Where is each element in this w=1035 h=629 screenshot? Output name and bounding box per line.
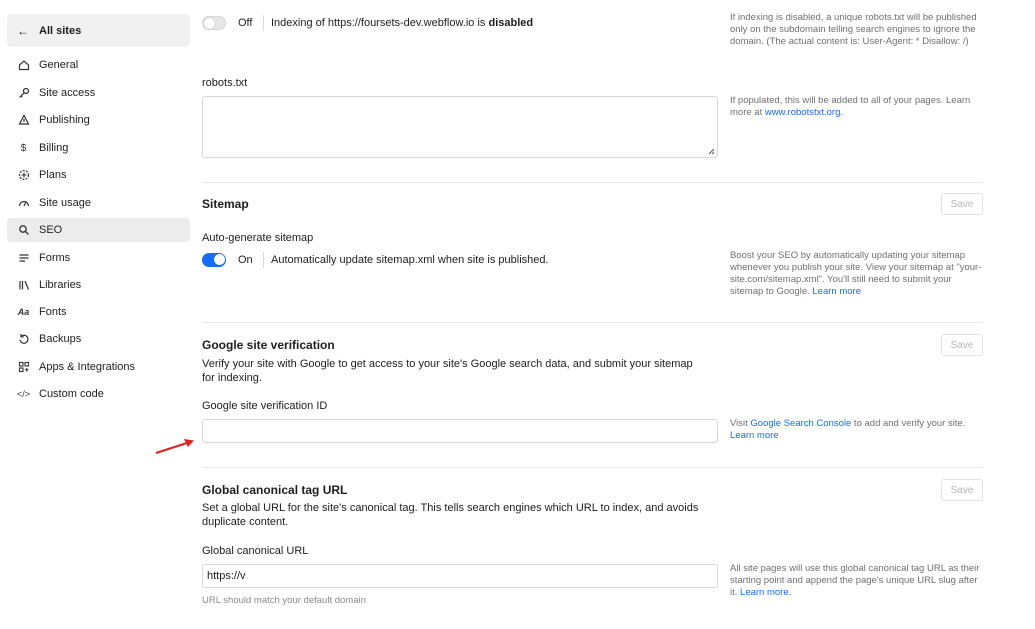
sidebar-item-apps-integrations[interactable]: Apps & Integrations xyxy=(7,355,190,379)
sidebar-item-publishing[interactable]: Publishing xyxy=(7,108,190,132)
sitemap-learn-more-link[interactable]: Learn more xyxy=(812,286,861,297)
robots-textarea[interactable] xyxy=(202,96,718,158)
sidebar-item-label: Custom code xyxy=(39,388,104,400)
sidebar-item-label: Site usage xyxy=(39,197,91,209)
publish-icon xyxy=(17,114,30,127)
sidebar-item-fonts[interactable]: Aa Fonts xyxy=(7,300,190,324)
sidebar-item-label: Libraries xyxy=(39,279,82,291)
sidebar: ← All sites General Site access Publishi… xyxy=(0,0,198,629)
sidebar-item-general[interactable]: General xyxy=(7,53,190,77)
section-divider xyxy=(202,467,983,468)
sidebar-item-label: Backups xyxy=(39,333,82,345)
sidebar-item-label: Billing xyxy=(39,142,69,154)
sitemap-toggle[interactable] xyxy=(202,253,226,267)
robotstxt-link[interactable]: www.robotstxt.org xyxy=(765,107,841,118)
sitemap-toggle-text: Automatically update sitemap.xml when si… xyxy=(271,254,549,266)
resize-handle-icon[interactable] xyxy=(708,148,715,155)
verification-description: Verify your site with Google to get acce… xyxy=(202,358,693,384)
canonical-hint: URL should match your default domain xyxy=(202,595,366,606)
home-icon xyxy=(17,59,30,72)
sidebar-item-billing[interactable]: $ Billing xyxy=(7,136,190,160)
sidebar-item-label: Apps & Integrations xyxy=(39,361,136,373)
key-icon xyxy=(17,87,30,100)
sidebar-item-custom-code[interactable]: </> Custom code xyxy=(7,382,190,406)
divider xyxy=(263,252,264,268)
indexing-toggle-state: Off xyxy=(238,17,253,29)
all-sites-label: All sites xyxy=(39,24,82,37)
section-divider xyxy=(202,182,983,183)
dollar-icon: $ xyxy=(20,142,27,154)
backup-icon xyxy=(17,333,30,346)
libraries-icon xyxy=(17,279,30,292)
search-console-link[interactable]: Google Search Console xyxy=(750,418,851,429)
toggle-knob xyxy=(214,254,225,265)
sitemap-help: Boost your SEO by automatically updating… xyxy=(730,250,982,297)
verification-title: Google site verification xyxy=(202,338,335,352)
canonical-url-input[interactable]: https://v xyxy=(202,564,718,588)
verification-help: Visit Google Search Console to add and v… xyxy=(730,418,966,441)
seo-settings-panel: Off Indexing of https://foursets-dev.web… xyxy=(202,0,983,629)
canonical-url-value: https://v xyxy=(207,570,246,582)
verification-learn-more-link[interactable]: Learn more xyxy=(730,430,779,441)
verification-id-input[interactable] xyxy=(202,419,718,443)
sidebar-item-libraries[interactable]: Libraries xyxy=(7,273,190,297)
divider xyxy=(263,15,264,31)
sidebar-item-label: Publishing xyxy=(39,114,90,126)
sidebar-item-label: Forms xyxy=(39,252,71,264)
canonical-save-button[interactable]: Save xyxy=(941,479,983,501)
sidebar-item-forms[interactable]: Forms xyxy=(7,246,190,270)
auto-sitemap-label: Auto-generate sitemap xyxy=(202,232,314,244)
verification-save-button[interactable]: Save xyxy=(941,334,983,356)
sitemap-save-button[interactable]: Save xyxy=(941,193,983,215)
sidebar-item-site-access[interactable]: Site access xyxy=(7,81,190,105)
section-divider xyxy=(202,322,983,323)
canonical-title: Global canonical tag URL xyxy=(202,483,348,497)
indexing-status-text: Indexing of https://foursets-dev.webflow… xyxy=(271,17,534,29)
search-icon xyxy=(17,224,30,237)
sidebar-item-label: SEO xyxy=(39,224,63,236)
annotation-arrow-icon xyxy=(155,439,194,454)
sidebar-item-label: Site access xyxy=(39,87,96,99)
indexing-toggle[interactable] xyxy=(202,16,226,30)
apps-icon xyxy=(17,361,30,374)
toggle-knob xyxy=(204,18,215,29)
sitemap-title: Sitemap xyxy=(202,197,249,211)
robots-help: If populated, this will be added to all … xyxy=(730,95,971,118)
robots-label: robots.txt xyxy=(202,77,248,89)
indexing-help: If indexing is disabled, a unique robots… xyxy=(730,12,977,47)
sidebar-item-label: General xyxy=(39,59,79,71)
sitemap-toggle-state: On xyxy=(238,254,253,266)
sidebar-item-backups[interactable]: Backups xyxy=(7,327,190,351)
gauge-icon xyxy=(17,197,30,210)
verification-field-label: Google site verification ID xyxy=(202,400,328,412)
plans-icon xyxy=(17,169,30,182)
canonical-field-label: Global canonical URL xyxy=(202,545,309,557)
sidebar-item-plans[interactable]: Plans xyxy=(7,163,190,187)
sidebar-item-label: Plans xyxy=(39,169,67,181)
forms-icon xyxy=(17,252,30,265)
arrow-left-icon: ← xyxy=(17,23,29,38)
canonical-description: Set a global URL for the site's canonica… xyxy=(202,502,699,528)
sidebar-item-seo[interactable]: SEO xyxy=(7,218,190,242)
sidebar-item-site-usage[interactable]: Site usage xyxy=(7,191,190,215)
canonical-help: All site pages will use this global cano… xyxy=(730,563,980,598)
sidebar-item-label: Fonts xyxy=(39,306,67,318)
code-icon: </> xyxy=(17,389,31,399)
fonts-icon: Aa xyxy=(17,307,30,317)
all-sites-back-button[interactable]: ← All sites xyxy=(7,14,190,47)
canonical-learn-more-link[interactable]: Learn more. xyxy=(740,587,791,598)
